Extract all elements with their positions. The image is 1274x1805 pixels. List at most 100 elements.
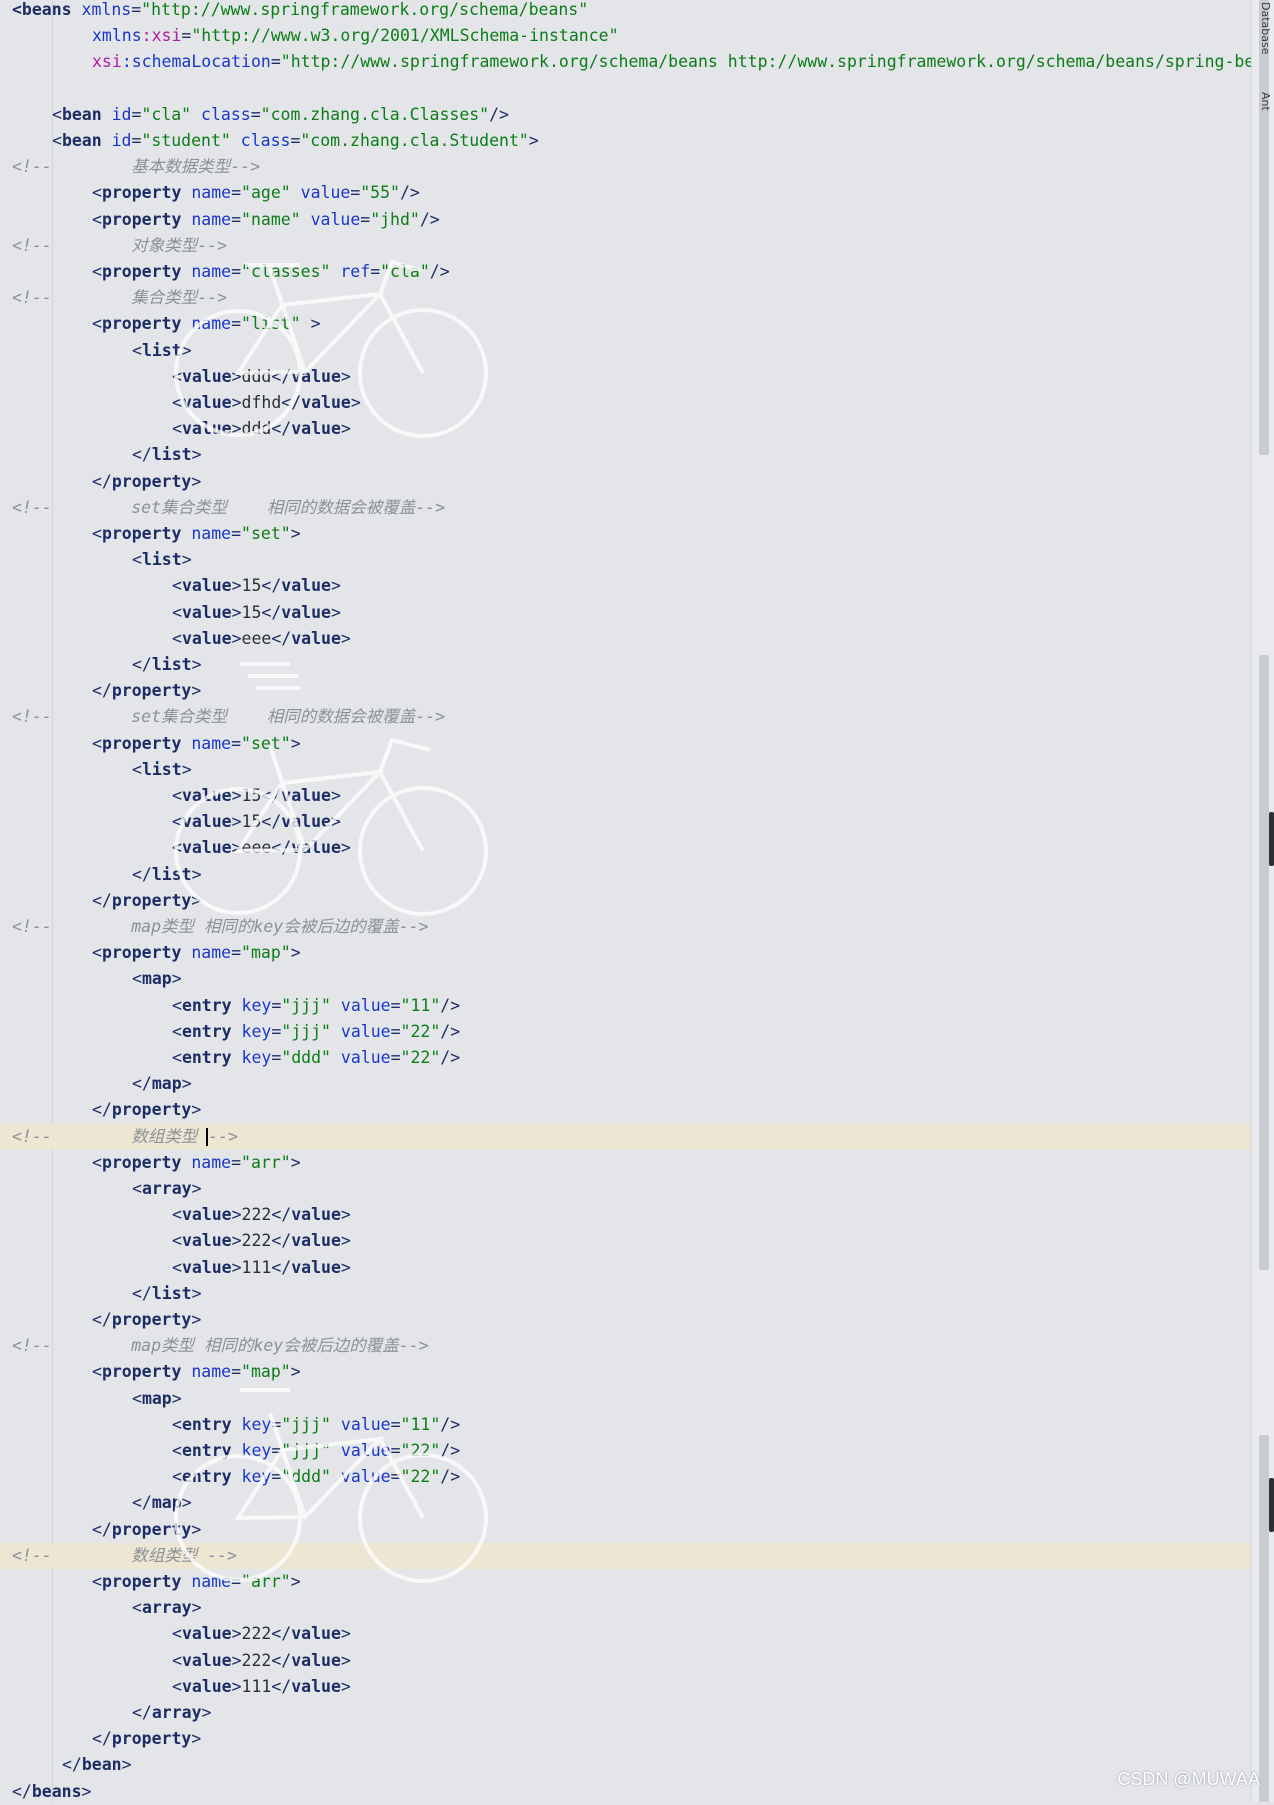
code-line[interactable]: <!-- set集合类型 相同的数据会被覆盖--> [0,704,1258,730]
code-line[interactable]: </list> [0,862,1258,888]
code-token: < [172,1441,182,1460]
code-line[interactable]: <!-- 数组类型 --> [0,1542,1258,1569]
scrollbar-thumb-2[interactable] [1259,655,1269,1270]
code-token: > [181,1493,192,1513]
code-line[interactable]: <!-- map类型 相同的key会被后边的覆盖--> [0,914,1258,940]
code-line[interactable]: <value>15</value> [0,600,1258,626]
code-line[interactable]: <value>15</value> [0,573,1258,599]
code-token: list [141,340,182,360]
code-line[interactable]: <!-- set集合类型 相同的数据会被覆盖--> [0,495,1258,521]
code-token: < [92,1152,102,1172]
code-token: /> [440,1441,461,1460]
code-line[interactable]: <property name="name" value="jhd"/> [0,207,1258,233]
code-line[interactable]: </property> [0,678,1258,704]
code-token: "map" [241,943,291,963]
code-token: name [191,1572,232,1591]
code-line[interactable]: <value>dfhd</value> [0,390,1258,416]
code-token: </ [261,576,282,596]
code-line[interactable]: <value>ddd</value> [0,416,1258,442]
code-line[interactable]: <value>eee</value> [0,835,1258,861]
code-token: < [92,1572,102,1591]
code-line[interactable]: <property name="set"> [0,521,1258,547]
code-token: array [141,1179,192,1198]
code-line[interactable]: <value>222</value> [0,1648,1258,1674]
code-line[interactable]: <entry key="jjj" value="22"/> [0,1019,1258,1045]
code-line[interactable]: <value>ddd</value> [0,364,1258,390]
code-line[interactable]: </property> [0,469,1258,495]
code-line[interactable]: <property name="age" value="55"/> [0,180,1258,206]
code-line[interactable]: <map> [0,966,1258,992]
code-line[interactable]: </property> [0,1517,1258,1543]
code-token: > [528,131,539,150]
code-line[interactable]: <value>222</value> [0,1228,1258,1254]
code-line[interactable]: <property name="classes" ref="cla"/> [0,259,1258,285]
code-line[interactable]: <entry key="ddd" value="22"/> [0,1464,1258,1490]
code-line[interactable] [0,76,1258,102]
side-tab-database[interactable]: Database [1259,2,1272,55]
code-line[interactable]: <property name="arr"> [0,1569,1258,1595]
code-token: > [231,838,242,858]
vertical-scrollbar[interactable]: Database Ant [1251,0,1274,1802]
code-token: <!-- map类型 相同的key会被后边的覆盖--> [12,1336,429,1356]
code-token: entry [181,1414,242,1434]
code-line[interactable]: <!-- 基本数据类型--> [0,154,1258,180]
code-line[interactable]: <list> [0,757,1258,783]
code-token: list [151,655,192,674]
code-line[interactable]: <value>15</value> [0,783,1258,809]
code-line[interactable]: <bean id="student" class="com.zhang.cla.… [0,128,1258,154]
code-line[interactable]: <entry key="jjj" value="11"/> [0,1412,1258,1438]
code-line[interactable]: <entry key="jjj" value="22"/> [0,1438,1258,1464]
code-token: < [52,104,62,124]
code-token: "jjj" [281,1441,341,1460]
code-line[interactable]: <property name="arr"> [0,1150,1258,1176]
code-line[interactable]: <entry key="ddd" value="22"/> [0,1045,1258,1071]
code-token: ref [340,262,371,281]
code-token: = [390,1414,401,1434]
code-line[interactable]: <!-- 集合类型--> [0,285,1258,311]
code-line[interactable]: <value>111</value> [0,1674,1258,1700]
code-line[interactable]: </list> [0,652,1258,678]
code-line[interactable]: <value>15</value> [0,809,1258,835]
code-token: < [92,209,102,229]
code-line[interactable]: </bean> [0,1752,1258,1778]
code-line[interactable]: <value>111</value> [0,1255,1258,1281]
scrollbar-thumb-3[interactable] [1259,1435,1269,1802]
code-line[interactable]: </property> [0,888,1258,914]
code-line[interactable]: xsi:schemaLocation="http://www.springfra… [0,49,1264,75]
code-line[interactable]: <map> [0,1386,1258,1412]
code-line[interactable]: <property name="map"> [0,940,1258,966]
code-line[interactable]: <value>eee</value> [0,626,1258,652]
code-line[interactable]: <array> [0,1595,1258,1621]
code-token: "com.zhang.cla.Classes" [260,104,490,124]
code-line[interactable]: <entry key="jjj" value="11"/> [0,993,1258,1019]
code-line[interactable]: <property name="list" > [0,311,1258,337]
code-line[interactable]: </list> [0,442,1258,468]
code-line[interactable]: xmlns:xsi="http://www.w3.org/2001/XMLSch… [0,23,1258,49]
code-line[interactable]: <value>222</value> [0,1202,1258,1228]
code-line[interactable]: </beans> [0,1779,1258,1805]
code-line[interactable]: <!-- 对象类型--> [0,233,1258,259]
code-line[interactable]: <!-- 数组类型 --> [0,1123,1258,1150]
code-editor[interactable]: <beans xmlns="http://www.springframework… [0,0,1274,1802]
code-line[interactable]: </property> [0,1307,1258,1333]
code-token: <!-- set集合类型 相同的数据会被覆盖--> [12,497,446,517]
code-line[interactable]: <bean id="cla" class="com.zhang.cla.Clas… [0,102,1258,128]
code-line[interactable]: <list> [0,338,1258,364]
code-line[interactable]: </property> [0,1097,1258,1123]
scrollbar-thumb-1[interactable] [1259,0,1269,455]
code-line[interactable]: </map> [0,1071,1258,1097]
code-line[interactable]: <beans xmlns="http://www.springframework… [0,0,1258,23]
code-line[interactable]: <property name="map"> [0,1359,1258,1385]
code-line[interactable]: <array> [0,1176,1258,1202]
code-token: = [271,995,282,1015]
code-line[interactable]: </array> [0,1700,1258,1726]
code-line[interactable]: </map> [0,1490,1258,1516]
code-line[interactable]: <property name="set"> [0,731,1258,757]
code-line[interactable]: <list> [0,547,1258,573]
code-token: < [92,1362,102,1382]
side-tab-ant[interactable]: Ant [1259,92,1272,111]
code-line[interactable]: <!-- map类型 相同的key会被后边的覆盖--> [0,1333,1258,1359]
code-line[interactable]: </property> [0,1726,1258,1752]
code-line[interactable]: </list> [0,1281,1258,1307]
code-line[interactable]: <value>222</value> [0,1621,1258,1647]
